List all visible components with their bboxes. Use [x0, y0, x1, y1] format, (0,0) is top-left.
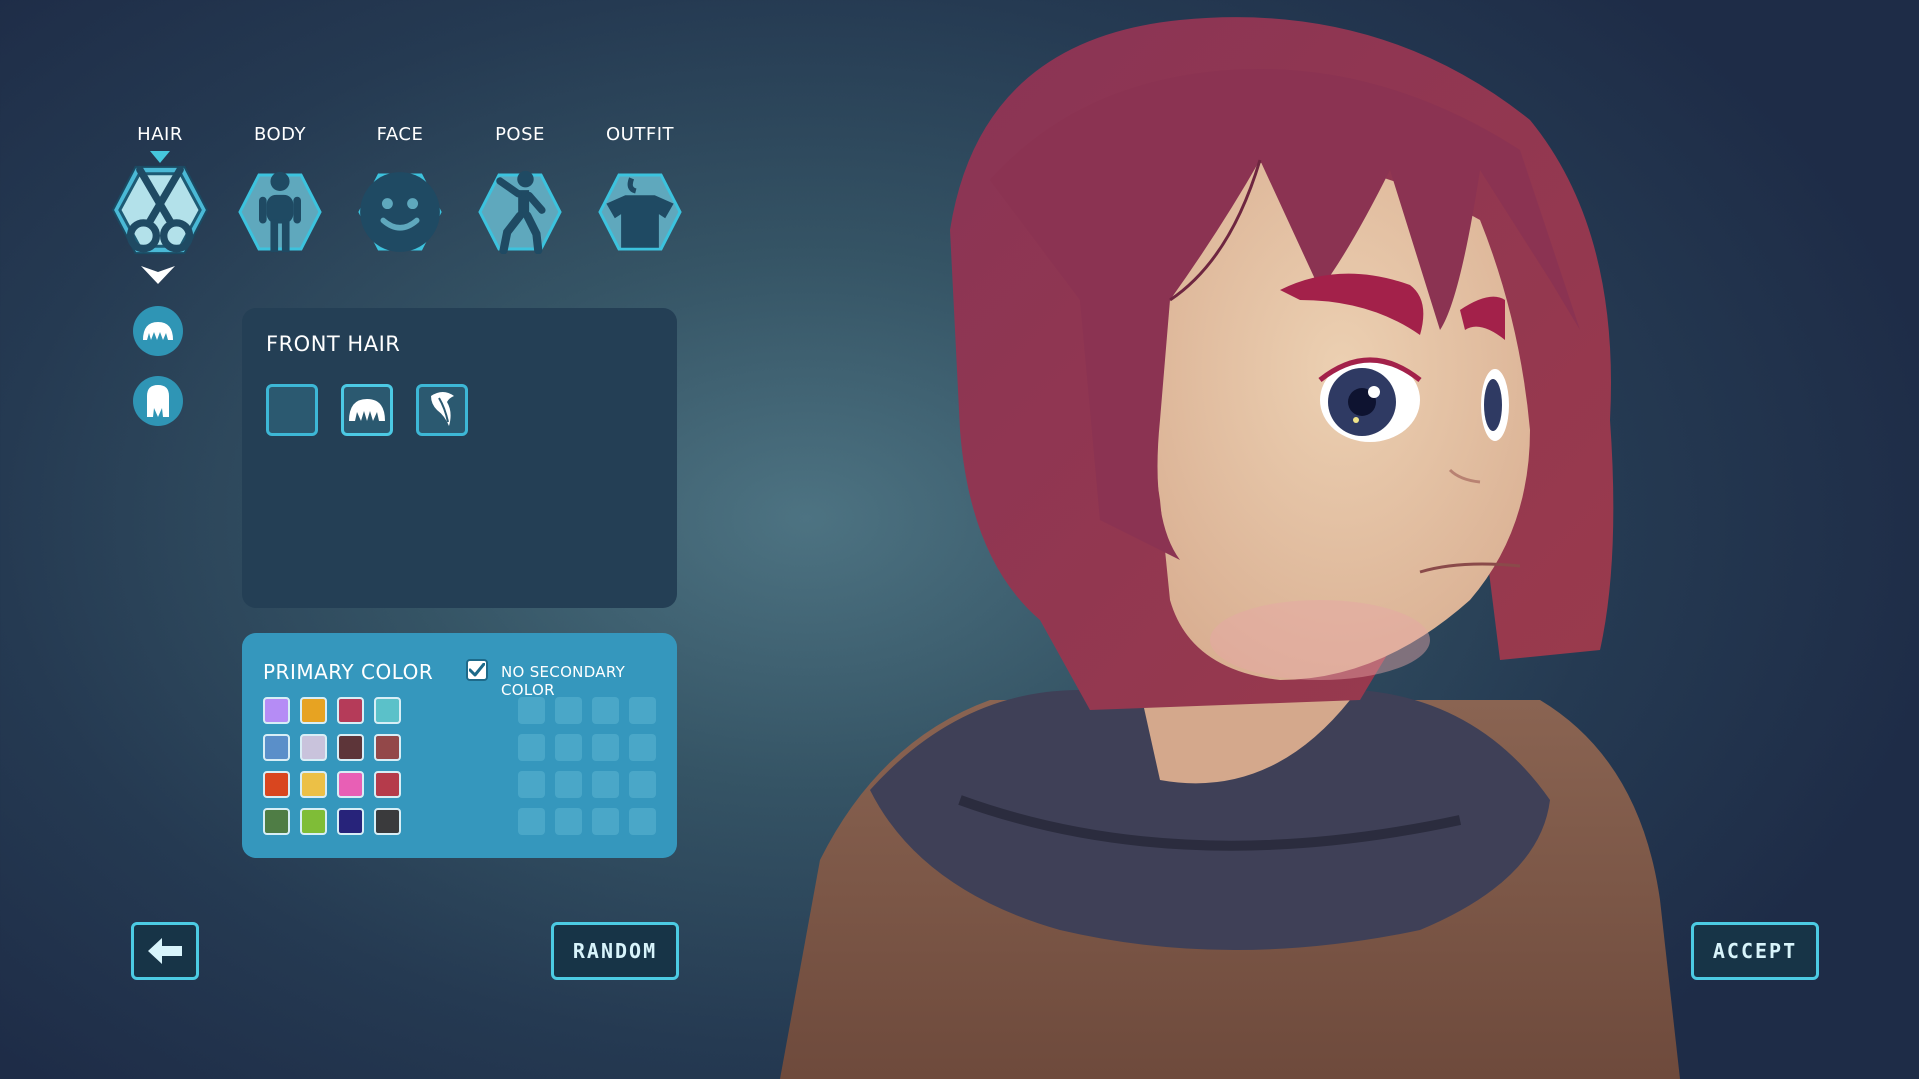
color-swatch[interactable]: [300, 808, 327, 835]
selected-tab-marker: [150, 151, 170, 163]
color-swatch[interactable]: [337, 808, 364, 835]
tab-hair-label: HAIR: [137, 124, 183, 145]
color-swatch[interactable]: [263, 808, 290, 835]
hair-option-none[interactable]: [266, 384, 318, 436]
secondary-swatch-disabled: [555, 808, 582, 835]
color-swatch[interactable]: [374, 771, 401, 798]
checkmark-icon: [469, 663, 485, 677]
tab-face-label: FACE: [376, 124, 424, 145]
color-swatch[interactable]: [337, 697, 364, 724]
front-hair-panel: FRONT HAIR: [242, 308, 677, 608]
front-hair-icon: [143, 322, 173, 340]
secondary-swatch-disabled: [518, 697, 545, 724]
smiley-face-icon: [358, 170, 442, 254]
secondary-swatch-disabled: [518, 771, 545, 798]
subcategory-back-hair[interactable]: [133, 376, 183, 426]
secondary-swatch-disabled: [555, 734, 582, 761]
color-swatch[interactable]: [337, 771, 364, 798]
hair-option-bangs[interactable]: [341, 384, 393, 436]
color-swatch[interactable]: [374, 734, 401, 761]
secondary-swatch-disabled: [629, 734, 656, 761]
character-preview[interactable]: [760, 0, 1919, 1079]
secondary-swatch-disabled: [592, 734, 619, 761]
secondary-swatch-disabled: [555, 771, 582, 798]
back-hair-icon: [147, 385, 169, 417]
primary-color-title: PRIMARY COLOR: [263, 660, 434, 684]
secondary-swatch-disabled: [592, 808, 619, 835]
panel-title: FRONT HAIR: [266, 332, 401, 356]
color-swatch[interactable]: [300, 771, 327, 798]
hair-option-side-swept[interactable]: [416, 384, 468, 436]
subcategory-front-hair[interactable]: [133, 306, 183, 356]
secondary-swatch-disabled: [555, 697, 582, 724]
scissors-icon: [111, 164, 209, 256]
pose-figure-icon: [478, 170, 562, 254]
back-button[interactable]: [131, 922, 199, 980]
tab-pose-label: POSE: [495, 124, 545, 145]
random-button[interactable]: RANDOM: [551, 922, 679, 980]
color-panel: PRIMARY COLOR NO SECONDARY COLOR: [242, 633, 677, 858]
tab-body[interactable]: [238, 170, 322, 254]
tab-pose[interactable]: [478, 170, 562, 254]
tab-outfit[interactable]: [598, 170, 682, 254]
color-swatch[interactable]: [263, 734, 290, 761]
color-swatch[interactable]: [300, 697, 327, 724]
secondary-swatch-disabled: [629, 697, 656, 724]
color-swatch[interactable]: [374, 697, 401, 724]
no-secondary-color-label: NO SECONDARY COLOR: [501, 663, 626, 699]
secondary-swatch-disabled: [518, 734, 545, 761]
tab-face[interactable]: [358, 170, 442, 254]
color-swatch[interactable]: [374, 808, 401, 835]
tab-hair[interactable]: [111, 164, 209, 256]
secondary-swatch-disabled: [629, 808, 656, 835]
side-swept-icon: [431, 392, 454, 426]
color-swatch[interactable]: [300, 734, 327, 761]
shirt-icon: [598, 170, 682, 254]
character-model: [780, 17, 1680, 1079]
arrow-left-icon: [148, 938, 182, 964]
secondary-swatch-disabled: [592, 771, 619, 798]
color-swatch[interactable]: [263, 697, 290, 724]
no-secondary-color-checkbox[interactable]: [466, 659, 488, 681]
color-swatch[interactable]: [337, 734, 364, 761]
secondary-swatch-disabled: [518, 808, 545, 835]
dropdown-arrow-icon: [141, 264, 175, 290]
tab-body-label: BODY: [253, 124, 307, 145]
tab-outfit-label: OUTFIT: [606, 124, 674, 145]
bangs-icon: [349, 399, 385, 421]
secondary-swatch-disabled: [592, 697, 619, 724]
color-swatch[interactable]: [263, 771, 290, 798]
person-icon: [238, 170, 322, 254]
secondary-swatch-disabled: [629, 771, 656, 798]
